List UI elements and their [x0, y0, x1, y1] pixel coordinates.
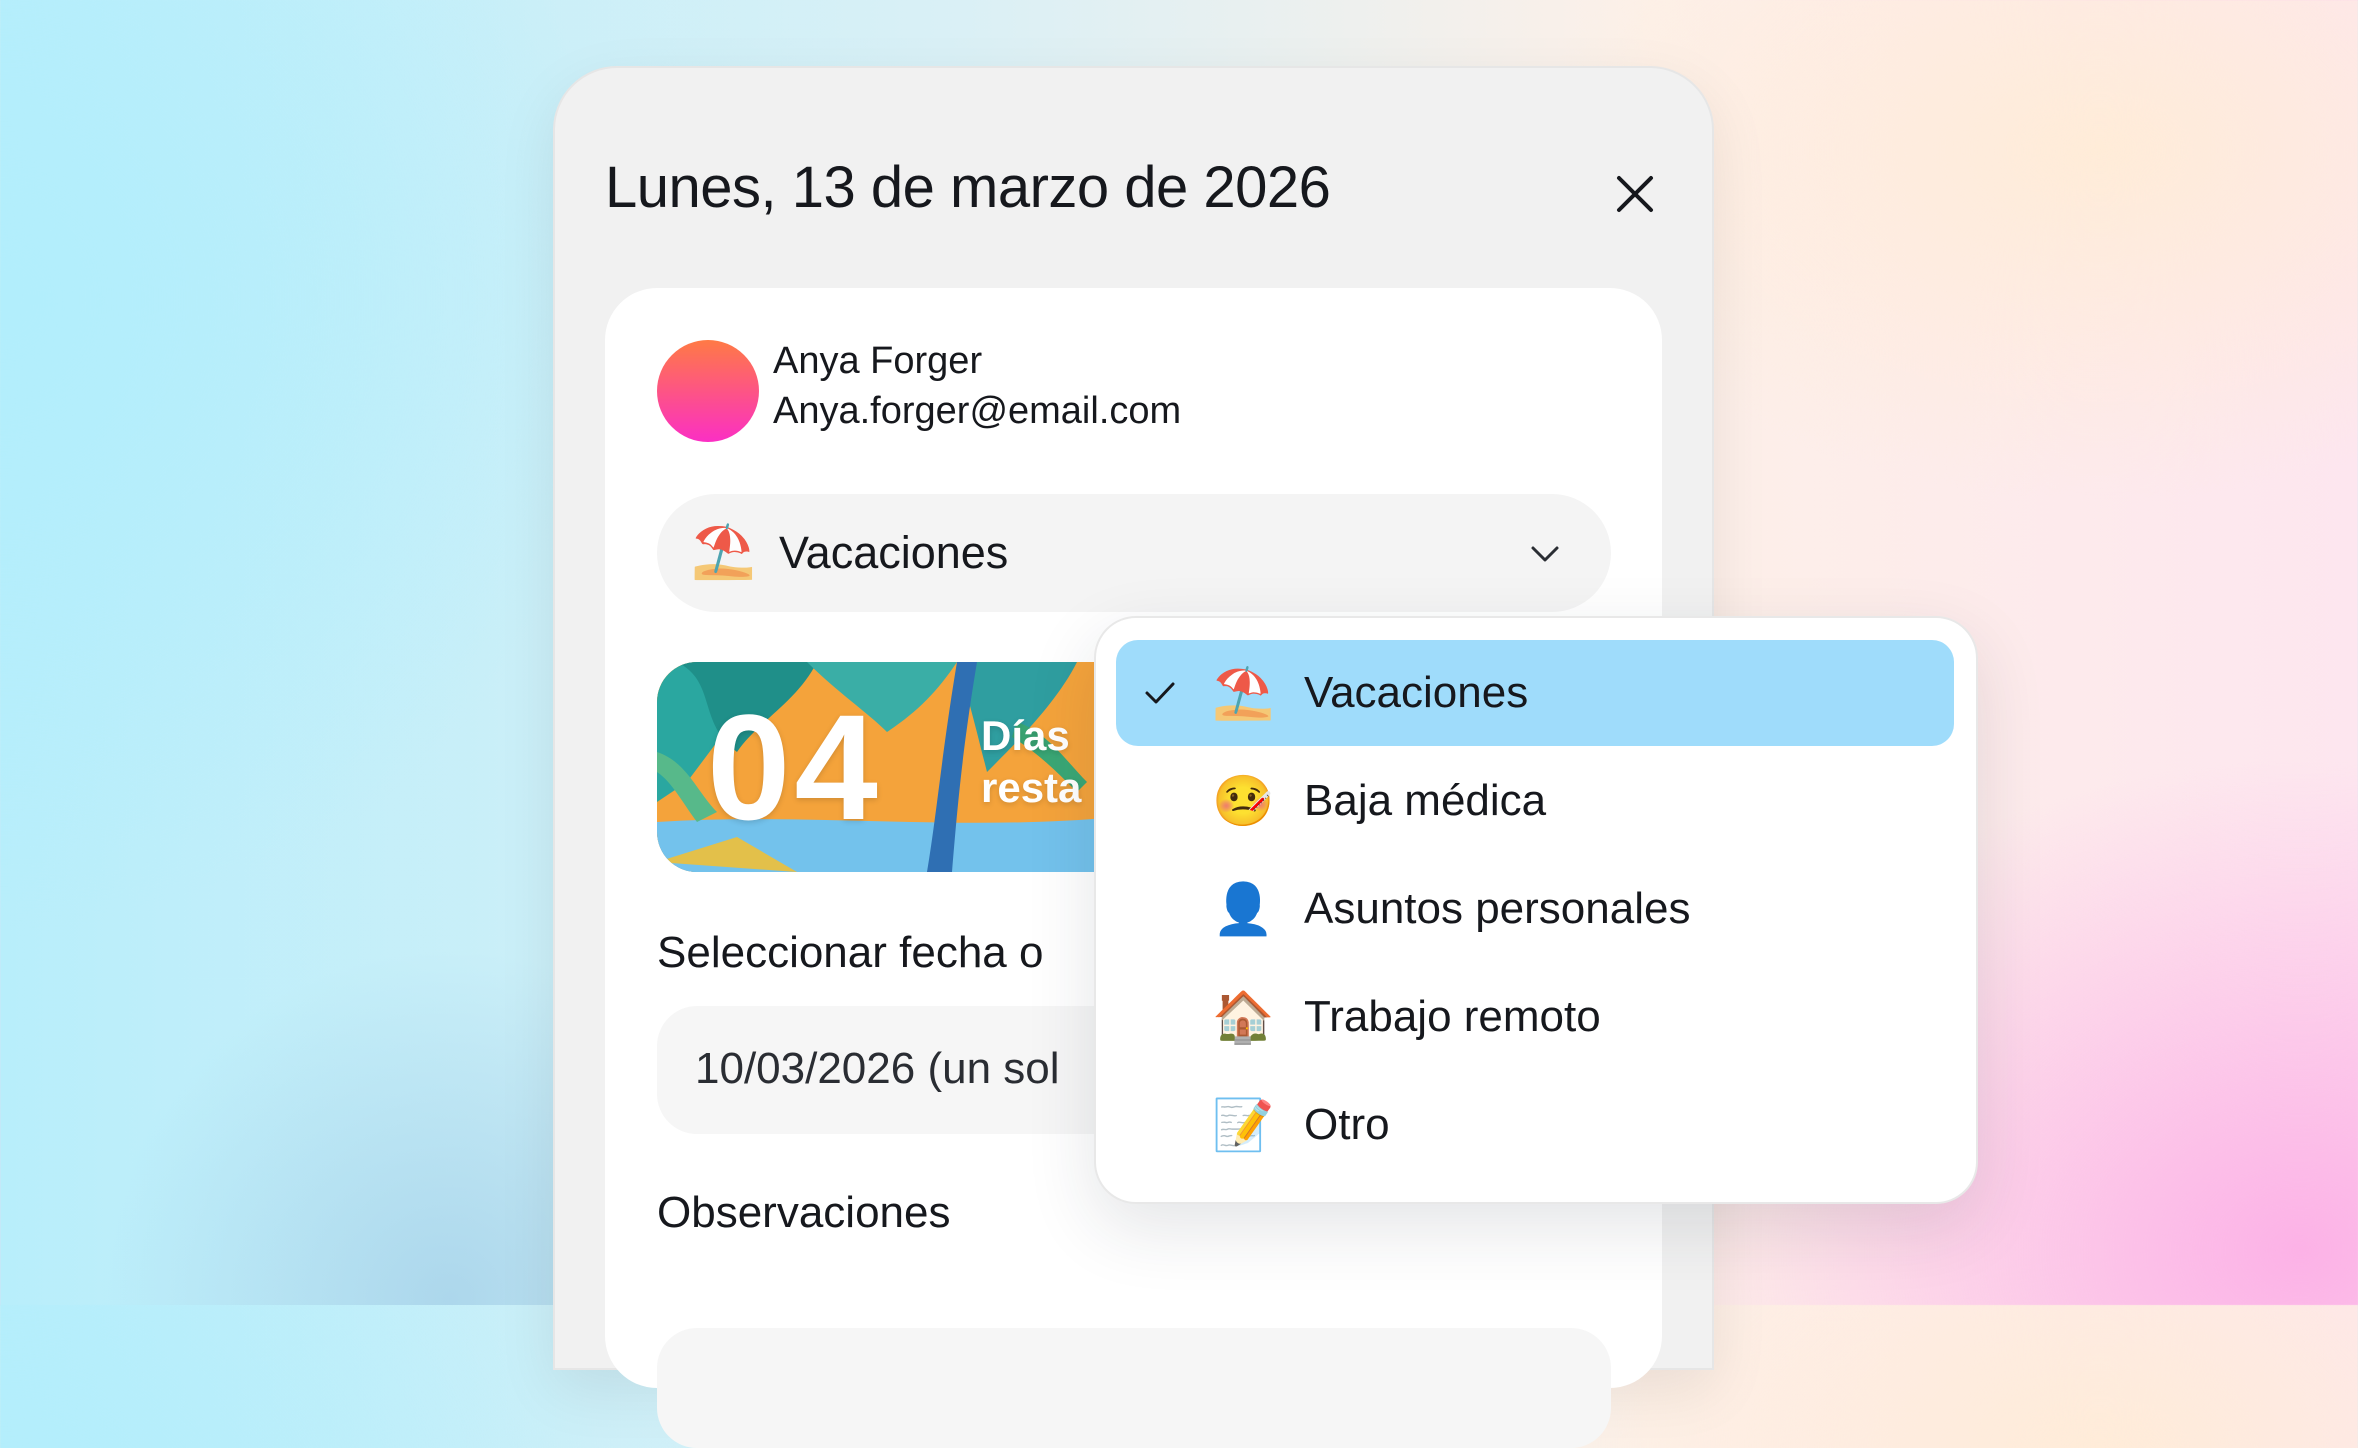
user-email: Anya.forger@email.com	[773, 390, 1182, 432]
beach-umbrella-icon: ⛱️	[1212, 665, 1275, 721]
avatar	[657, 340, 759, 442]
sick-face-icon: 🤒	[1212, 773, 1275, 829]
dropdown-item-otro[interactable]: 📝 Otro	[1116, 1072, 1954, 1178]
dropdown-item-trabajo-remoto[interactable]: 🏠 Trabajo remoto	[1116, 964, 1954, 1070]
close-icon	[1617, 176, 1653, 212]
remaining-days-count: 04	[707, 683, 882, 851]
remaining-days-label-line2: resta	[981, 764, 1082, 811]
close-button[interactable]	[1605, 164, 1665, 224]
person-silhouette-icon: 👤	[1212, 881, 1275, 937]
notes-section-label: Observaciones	[657, 1188, 951, 1237]
house-icon: 🏠	[1212, 989, 1275, 1045]
beach-umbrella-icon: ⛱️	[691, 523, 756, 581]
memo-icon: 📝	[1212, 1097, 1275, 1153]
absence-type-value: Vacaciones	[779, 527, 1009, 578]
date-section-label: Seleccionar fecha o	[657, 928, 1044, 977]
dropdown-item-asuntos-personales[interactable]: 👤 Asuntos personales	[1116, 856, 1954, 962]
dropdown-item-label: Trabajo remoto	[1304, 992, 1601, 1041]
background-shade	[0, 600, 600, 1305]
chevron-down-icon	[1531, 546, 1559, 562]
user-name: Anya Forger	[773, 340, 983, 382]
dropdown-item-vacaciones[interactable]: ⛱️ Vacaciones	[1116, 640, 1954, 746]
dialog-title: Lunes, 13 de marzo de 2026	[605, 155, 1331, 220]
dropdown-item-label: Otro	[1304, 1100, 1390, 1149]
dropdown-item-baja-medica[interactable]: 🤒 Baja médica	[1116, 748, 1954, 854]
absence-type-select[interactable]: ⛱️ Vacaciones	[657, 494, 1611, 612]
checkmark-icon	[1145, 682, 1175, 704]
dropdown-item-label: Baja médica	[1304, 776, 1547, 825]
notes-field[interactable]	[657, 1328, 1611, 1448]
date-value: 10/03/2026 (un sol	[695, 1044, 1060, 1093]
dropdown-item-label: Vacaciones	[1304, 668, 1529, 717]
absence-type-dropdown: ⛱️ Vacaciones 🤒 Baja médica 👤 Asuntos pe…	[1094, 616, 1978, 1204]
dropdown-item-label: Asuntos personales	[1304, 884, 1691, 933]
remaining-days-label-line1: Días	[981, 712, 1070, 759]
remaining-days-label: Días resta	[981, 710, 1081, 814]
